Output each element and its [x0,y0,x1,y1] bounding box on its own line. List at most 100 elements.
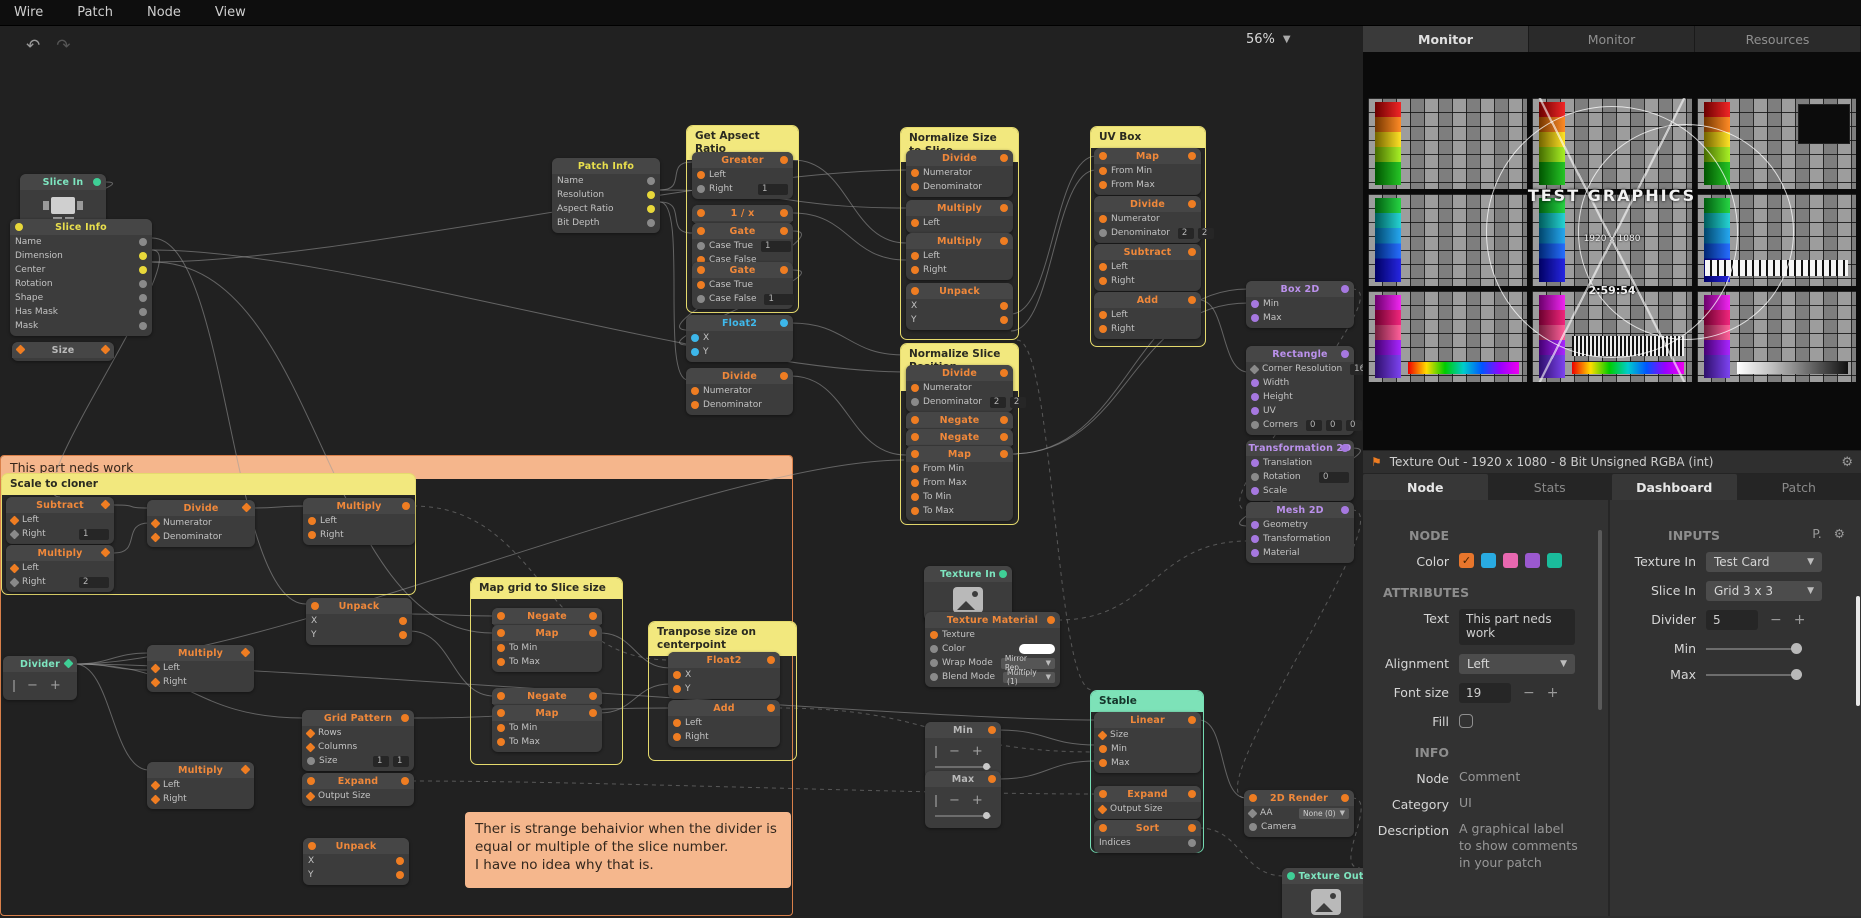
input-pin[interactable] [697,171,705,179]
node-header[interactable]: Map [1094,148,1201,164]
input-pin[interactable] [10,529,20,539]
font-size-field[interactable]: 19 [1459,683,1511,703]
input-pin[interactable] [151,532,161,542]
node-header[interactable]: Float2 [668,652,780,668]
node-rectangle[interactable]: RectangleCorner Resolution16WidthHeightU… [1246,346,1354,435]
input-pin[interactable] [1251,314,1259,322]
node-multiply[interactable]: MultiplyLeftRight [303,498,415,545]
node-header[interactable]: Min [925,722,1001,738]
max-slider[interactable] [1706,668,1802,682]
input-pin[interactable] [1250,364,1260,374]
node-unpack[interactable]: UnpackXY [303,838,409,885]
output-pin[interactable] [139,294,147,302]
mini-slider[interactable] [935,812,991,820]
value-field[interactable]: 1 [79,529,109,540]
output-pin[interactable] [999,570,1007,578]
node-header[interactable]: Texture Material [925,612,1060,628]
output-pin[interactable] [396,857,404,865]
wire[interactable] [1199,720,1246,798]
decrement-icon[interactable]: − [27,678,38,693]
input-pin[interactable] [307,777,315,785]
wire[interactable] [1011,170,1096,331]
input-pin[interactable] [697,242,705,250]
node-header[interactable]: Multiply [906,200,1013,216]
node-header[interactable]: Unpack [906,283,1013,299]
node-header[interactable]: Divide [147,500,255,516]
node-header[interactable]: Negate [492,608,602,624]
node-max[interactable]: Max−+ [925,771,1001,828]
output-pin[interactable] [1188,790,1196,798]
input-pin[interactable] [673,685,681,693]
input-pin[interactable] [1099,263,1107,271]
input-pin[interactable] [1099,277,1107,285]
input-pin[interactable] [1248,808,1258,818]
input-pin[interactable] [911,479,919,487]
input-pin[interactable] [1099,824,1107,832]
value-field[interactable]: 1 [761,241,791,252]
output-pin[interactable] [1000,450,1008,458]
input-pin[interactable] [697,185,705,193]
node-patch-info[interactable]: Patch InfoNameResolutionAspect RatioBit … [552,158,660,233]
input-pin[interactable] [16,345,26,355]
input-pin[interactable] [10,515,20,525]
input-pin[interactable] [151,677,161,687]
input-pin[interactable] [311,602,319,610]
node-float2[interactable]: Float2XY [686,315,793,362]
tab-dashboard[interactable]: Dashboard [1612,474,1737,500]
stepper-control[interactable]: −+ [925,738,1001,763]
value-field[interactable]: 2 [990,397,1006,408]
node-box-2d[interactable]: Box 2DMinMax [1246,281,1354,328]
input-pin[interactable] [930,645,938,653]
input-pin[interactable] [691,334,699,342]
input-pin[interactable] [306,728,316,738]
node-divide[interactable]: DivideNumeratorDenominator22 [906,365,1013,412]
color-swatch-3[interactable] [1525,553,1540,568]
node-header[interactable]: Unpack [306,598,412,614]
node-map[interactable]: MapFrom MinFrom Max [1094,148,1201,195]
tab-node[interactable]: Node [1363,474,1488,500]
output-pin[interactable] [1000,237,1008,245]
output-pin[interactable] [1341,285,1349,293]
redo-icon[interactable]: ↷ [56,36,70,56]
input-pin[interactable] [151,780,161,790]
output-pin[interactable] [1000,154,1008,162]
node-2d-render[interactable]: 2D RenderAANone (0)▼Camera [1244,790,1354,837]
output-pin[interactable] [139,308,147,316]
dropdown-blend-mode[interactable]: Multiply (1)▼ [1003,672,1055,683]
dropdown-wrap-mode[interactable]: Mirror Rep...▼ [1001,658,1055,669]
input-pin[interactable] [308,517,316,525]
output-pin[interactable] [1188,296,1196,304]
wire[interactable] [791,376,906,455]
node-header[interactable]: Grid Pattern [302,710,414,726]
output-pin[interactable] [139,322,147,330]
value-field[interactable]: 1 [373,756,389,767]
output-pin[interactable] [139,252,147,260]
node-header[interactable]: Slice Info [10,219,152,235]
input-pin[interactable] [930,673,938,681]
color-swatch-0[interactable] [1459,553,1474,568]
node-transformation-2d[interactable]: Transformation 2DTranslationRotation0Sca… [1246,440,1354,501]
node-header[interactable]: Map [492,705,602,721]
output-pin[interactable] [589,709,597,717]
output-pin[interactable] [1188,248,1196,256]
value-field[interactable]: 0 [1306,420,1322,431]
tab-stats[interactable]: Stats [1488,474,1613,500]
input-pin[interactable] [1099,759,1107,767]
input-pin[interactable] [911,416,919,424]
output-pin[interactable] [241,648,251,658]
node-header[interactable]: Multiply [147,762,254,778]
value-field[interactable]: 1 [393,756,409,767]
value-field[interactable]: 2 [1198,228,1214,239]
node-unpack[interactable]: UnpackXY [906,283,1013,330]
input-pin[interactable] [911,219,919,227]
output-pin[interactable] [402,502,410,510]
output-pin[interactable] [1341,350,1349,358]
node-header[interactable]: Map [492,625,602,641]
node-sort[interactable]: SortIndices [1094,820,1201,853]
tab-resources[interactable]: Resources [1695,26,1861,52]
min-slider[interactable] [1706,642,1802,656]
color-swatch[interactable] [1019,644,1055,654]
preset-icon[interactable]: P. [1812,526,1822,541]
node-header[interactable]: Subtract [6,497,114,513]
decrement-icon[interactable]: − [1770,612,1782,628]
